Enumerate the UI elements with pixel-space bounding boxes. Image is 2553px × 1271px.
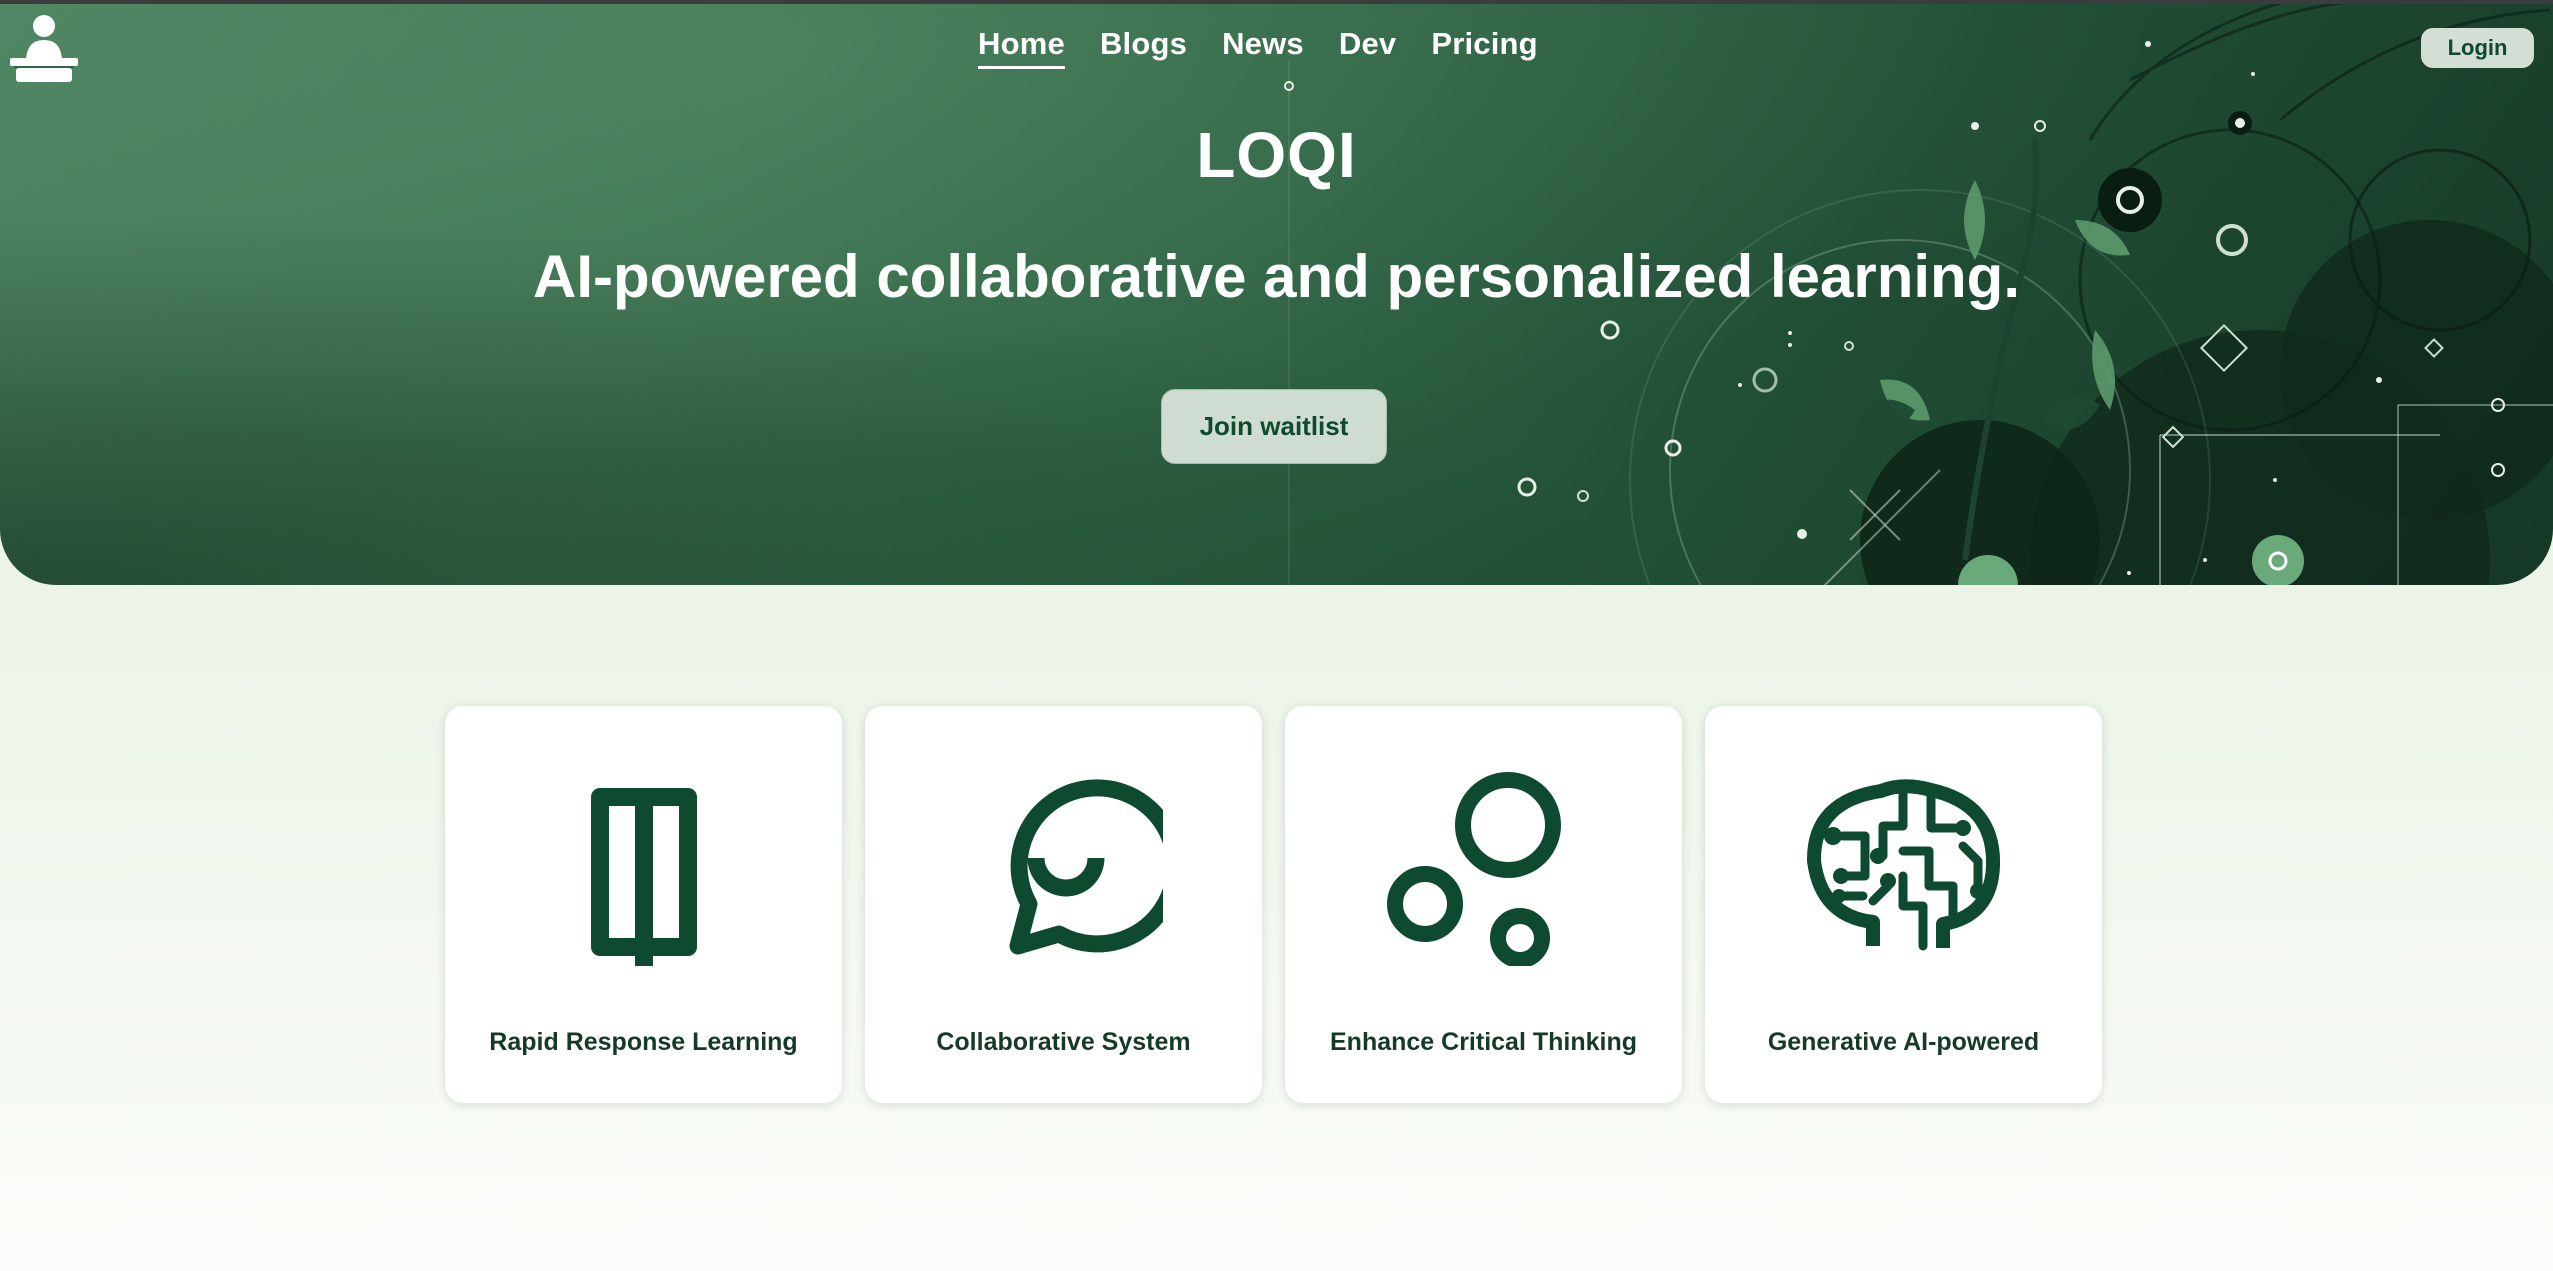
bubbles-icon <box>1387 772 1561 966</box>
hero-subtitle: AI-powered collaborative and personalize… <box>533 243 2020 310</box>
feature-card-critical-thinking: Enhance Critical Thinking <box>1285 706 1682 1103</box>
chat-bubble-icon <box>1009 779 1163 955</box>
nav-link-blogs[interactable]: Blogs <box>1100 26 1187 69</box>
feature-title: Collaborative System <box>936 1028 1191 1056</box>
feature-title: Generative AI-powered <box>1767 1028 2040 1056</box>
login-button[interactable]: Login <box>2421 28 2534 68</box>
nav-link-dev[interactable]: Dev <box>1339 26 1396 69</box>
open-book-icon <box>591 788 697 966</box>
hero-section: Home Blogs News Dev Pricing Login LOQI A… <box>0 0 2553 585</box>
window-top-border <box>0 0 2553 4</box>
main-nav: Home Blogs News Dev Pricing <box>978 26 1538 69</box>
person-reading-book-icon[interactable] <box>6 12 82 84</box>
feature-card-generative-ai: Generative AI-powered <box>1705 706 2102 1103</box>
feature-card-collaborative: Collaborative System <box>865 706 1262 1103</box>
brain-circuit-icon <box>1806 779 2001 951</box>
hero-title: LOQI <box>1196 119 1357 191</box>
nav-link-home[interactable]: Home <box>978 26 1065 69</box>
join-waitlist-button[interactable]: Join waitlist <box>1161 389 1387 464</box>
nav-link-news[interactable]: News <box>1222 26 1304 69</box>
feature-title: Rapid Response Learning <box>489 1028 798 1056</box>
feature-card-rapid-response: Rapid Response Learning <box>445 706 842 1103</box>
nav-link-pricing[interactable]: Pricing <box>1431 26 1537 69</box>
feature-title: Enhance Critical Thinking <box>1330 1028 1637 1056</box>
